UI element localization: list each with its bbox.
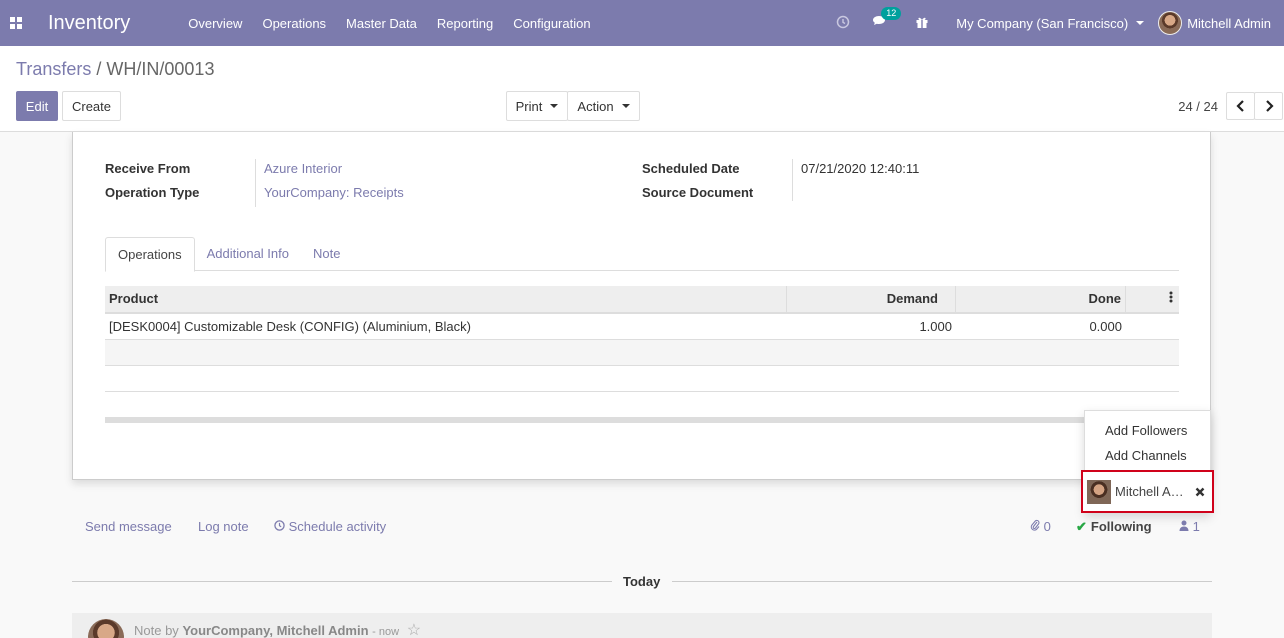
chevron-down-icon — [550, 104, 559, 108]
action-label: Action — [577, 98, 614, 114]
menu-overview[interactable]: Overview — [178, 16, 252, 31]
company-switcher[interactable]: My Company (San Francisco) — [956, 15, 1145, 31]
breadcrumb-current: WH/IN/00013 — [106, 59, 215, 79]
column-product[interactable]: Product — [105, 286, 787, 312]
field-divider — [255, 159, 256, 207]
date-label: Today — [623, 574, 661, 589]
follower-avatar — [1087, 479, 1111, 504]
apps-menu-icon[interactable] — [0, 0, 32, 46]
followers-count: 1 — [1192, 519, 1200, 534]
column-done[interactable]: Done — [956, 286, 1126, 312]
message-author-avatar[interactable] — [88, 619, 124, 638]
following-label: Following — [1090, 519, 1152, 534]
pager-previous-button[interactable] — [1226, 92, 1255, 120]
note-prefix: Note by — [134, 623, 179, 638]
messages-icon[interactable]: 12 — [872, 6, 902, 32]
pager-next-button[interactable] — [1254, 92, 1283, 120]
control-panel: Transfers / WH/IN/00013 Edit Create Prin… — [0, 46, 1284, 132]
tab-operations[interactable]: Operations — [105, 237, 195, 272]
operation-type-link[interactable]: YourCompany: Receipts — [264, 185, 404, 200]
message-header: Note by YourCompany, Mitchell Admin - no… — [134, 622, 422, 638]
top-navbar: Inventory Overview Operations Master Dat… — [0, 0, 1284, 46]
activity-clock-icon[interactable] — [836, 15, 850, 32]
separator-line — [72, 581, 612, 582]
date-separator: Today — [72, 573, 1212, 591]
tab-additional-info[interactable]: Additional Info — [195, 237, 301, 271]
menu-operations[interactable]: Operations — [252, 16, 336, 31]
chevron-left-icon — [1235, 100, 1244, 112]
table-footer — [105, 417, 1179, 423]
attachments-button[interactable]: 0 — [1030, 519, 1051, 534]
scheduled-date-label: Scheduled Date — [642, 161, 740, 176]
field-divider — [792, 159, 793, 201]
notebook-tabs: Operations Additional Info Note — [105, 237, 1179, 272]
remove-follower-icon[interactable] — [1195, 484, 1205, 500]
table-row[interactable]: [DESK0004] Customizable Desk (CONFIG) (A… — [105, 314, 1179, 340]
schedule-activity-label: Schedule activity — [288, 519, 387, 534]
breadcrumb: Transfers / WH/IN/00013 — [16, 59, 214, 80]
vertical-ellipsis-icon — [1169, 291, 1173, 303]
follower-item[interactable]: Mitchell Admin — [1081, 470, 1214, 513]
clock-icon — [274, 520, 285, 531]
row-done: 0.000 — [1089, 319, 1122, 334]
empty-row — [105, 366, 1179, 392]
row-demand: 1.000 — [919, 319, 952, 334]
chevron-right-icon — [1265, 100, 1274, 112]
followers-button[interactable]: 1 — [1179, 519, 1200, 534]
breadcrumb-separator: / — [96, 59, 102, 79]
add-channels-item[interactable]: Add Channels — [1105, 448, 1187, 463]
operation-type-label: Operation Type — [105, 185, 200, 200]
log-note-button[interactable]: Log note — [198, 519, 249, 534]
gift-icon[interactable] — [915, 15, 929, 32]
menu-reporting[interactable]: Reporting — [427, 16, 503, 31]
user-menu[interactable]: Mitchell Admin — [1158, 11, 1271, 35]
row-product: [DESK0004] Customizable Desk (CONFIG) (A… — [109, 319, 471, 334]
scheduled-date-value: 07/21/2020 12:40:11 — [801, 161, 920, 176]
company-name: My Company (San Francisco) — [956, 15, 1129, 31]
pager-value[interactable]: 24 / 24 — [1178, 99, 1218, 114]
optional-columns-toggle[interactable] — [1126, 286, 1179, 312]
user-icon — [1179, 520, 1189, 531]
tab-note[interactable]: Note — [301, 237, 352, 271]
user-name: Mitchell Admin — [1187, 15, 1271, 31]
app-title[interactable]: Inventory — [48, 12, 130, 35]
action-dropdown[interactable]: Action — [567, 91, 640, 121]
check-icon: ✔ — [1076, 519, 1087, 534]
star-icon[interactable]: ☆ — [407, 622, 421, 638]
message-time: now — [378, 626, 400, 638]
empty-row — [105, 340, 1179, 366]
add-followers-item[interactable]: Add Followers — [1105, 423, 1187, 438]
receive-from-link[interactable]: Azure Interior — [264, 161, 342, 176]
chatter-topbar: Send message Log note Schedule activity … — [72, 514, 1211, 540]
message-author[interactable]: YourCompany, Mitchell Admin — [182, 623, 368, 638]
chatter-message: Note by YourCompany, Mitchell Admin - no… — [72, 613, 1212, 638]
print-dropdown[interactable]: Print — [506, 91, 568, 121]
edit-button[interactable]: Edit — [16, 91, 58, 121]
column-demand[interactable]: Demand — [787, 286, 956, 312]
main-menu: Overview Operations Master Data Reportin… — [178, 16, 600, 31]
follower-name[interactable]: Mitchell Admin — [1115, 484, 1187, 499]
print-label: Print — [515, 98, 543, 114]
menu-master-data[interactable]: Master Data — [336, 16, 427, 31]
separator-line — [672, 581, 1212, 582]
create-button[interactable]: Create — [62, 91, 121, 121]
receive-from-label: Receive From — [105, 161, 191, 176]
messages-count-badge: 12 — [881, 6, 902, 20]
paperclip-icon — [1030, 519, 1040, 531]
send-message-button[interactable]: Send message — [85, 519, 172, 534]
chevron-down-icon — [1136, 21, 1145, 25]
breadcrumb-transfers[interactable]: Transfers — [16, 59, 91, 79]
navbar-systray: 12 My Company (San Francisco) Mitchell A… — [825, 0, 1284, 46]
source-document-label: Source Document — [642, 185, 754, 200]
chevron-down-icon — [621, 104, 630, 108]
following-button[interactable]: ✔ Following — [1076, 519, 1152, 535]
form-sheet: Receive From Azure Interior Operation Ty… — [72, 132, 1211, 480]
operations-table: Product Demand Done [DESK0004] Customiza… — [105, 286, 1179, 423]
attachments-count: 0 — [1043, 519, 1051, 534]
user-avatar — [1158, 11, 1183, 35]
table-header: Product Demand Done — [105, 286, 1179, 314]
followers-dropdown: Add Followers Add Channels Mitchell Admi… — [1081, 410, 1214, 513]
schedule-activity-button[interactable]: Schedule activity — [274, 519, 386, 534]
menu-configuration[interactable]: Configuration — [503, 16, 600, 31]
